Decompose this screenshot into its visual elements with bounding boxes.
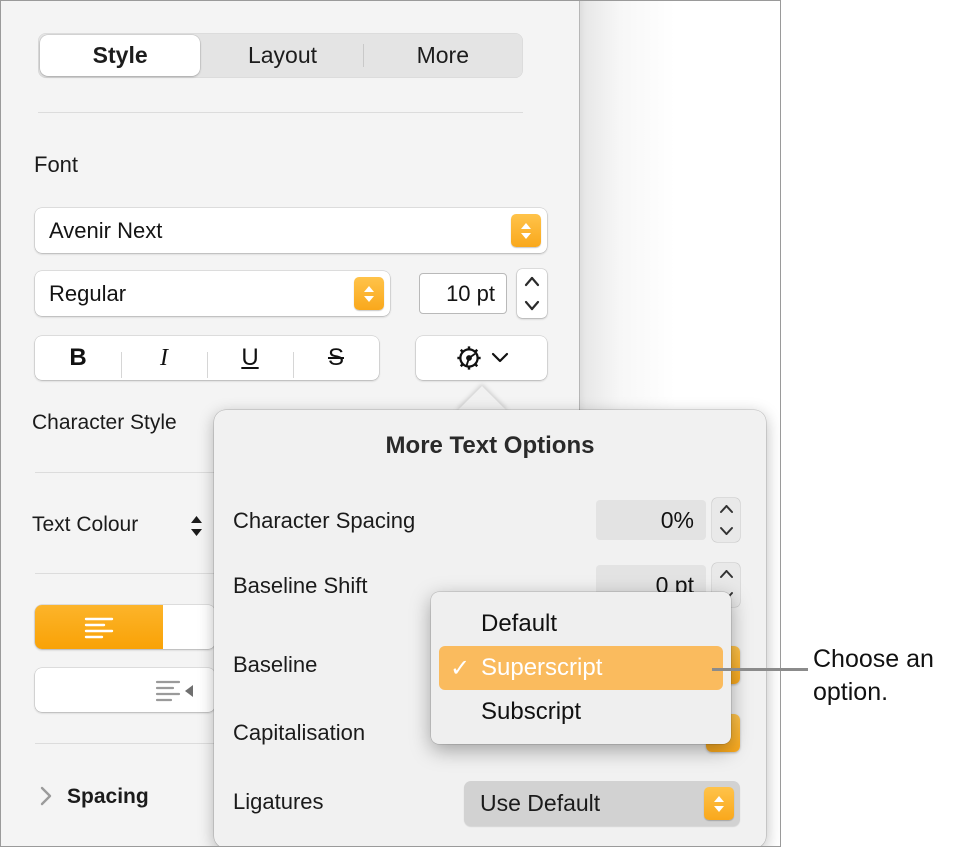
tab-style[interactable]: Style <box>40 35 201 76</box>
character-spacing-value: 0% <box>660 506 694 533</box>
character-style-label: Character Style <box>32 411 177 434</box>
baseline-shift-label: Baseline Shift <box>233 573 368 598</box>
ligatures-popup-button[interactable]: Use Default <box>464 781 740 826</box>
italic-label: I <box>160 345 168 371</box>
strikethrough-button[interactable]: S <box>293 344 379 378</box>
font-family-value: Avenir Next <box>49 217 163 243</box>
stepper-up-icon <box>524 276 540 286</box>
bold-button[interactable]: B <box>35 344 121 372</box>
tab-style-label: Style <box>92 42 148 68</box>
checkmark-icon: ✓ <box>449 654 471 682</box>
character-spacing-stepper[interactable] <box>712 498 740 542</box>
menu-item-superscript-label: Superscript <box>481 654 603 681</box>
spacing-label[interactable]: Spacing <box>67 785 149 809</box>
font-family-popup[interactable]: Avenir Next <box>35 208 547 253</box>
font-weight-value: Regular <box>49 280 127 306</box>
up-down-chevron-icon[interactable] <box>188 513 205 544</box>
tab-layout-label: Layout <box>247 42 318 68</box>
text-style-buttons: B I U S <box>35 336 379 380</box>
chevron-updown-icon <box>511 214 541 247</box>
divider-text-colour <box>35 573 215 574</box>
stepper-up-icon <box>719 570 733 578</box>
text-colour-label: Text Colour <box>32 513 139 536</box>
gear-icon <box>456 346 481 370</box>
chevron-right-icon[interactable] <box>37 784 55 813</box>
callout-text: Choose an option. <box>813 645 934 706</box>
chevron-down-icon <box>490 347 510 370</box>
italic-button[interactable]: I <box>121 344 207 378</box>
screenshot-stage: Style Layout More Font Avenir Next Regul… <box>0 0 961 849</box>
app-window-screenshot: Style Layout More Font Avenir Next Regul… <box>0 0 781 847</box>
underline-label: U <box>241 344 259 371</box>
menu-item-subscript[interactable]: ✓ Subscript <box>439 690 723 734</box>
checkmark-icon: ✓ <box>439 698 481 727</box>
indent-right-button[interactable] <box>135 668 215 712</box>
stepper-down-icon <box>524 301 540 311</box>
font-weight-popup[interactable]: Regular <box>35 271 390 316</box>
align-left-button[interactable] <box>35 605 163 649</box>
popover-title: More Text Options <box>385 432 595 459</box>
capitalisation-label: Capitalisation <box>233 720 366 745</box>
inspector-tabs: Style Layout More <box>38 33 523 78</box>
ligatures-value: Use Default <box>480 790 601 816</box>
character-spacing-field[interactable]: 0% <box>596 500 706 540</box>
tab-more-label: More <box>416 42 470 68</box>
indent-spacer <box>35 668 135 712</box>
indent-buttons <box>35 668 215 712</box>
menu-item-superscript[interactable]: ✓ Superscript <box>439 646 723 690</box>
stepper-up-icon <box>719 505 733 513</box>
bold-label: B <box>69 344 87 371</box>
ligatures-label: Ligatures <box>233 789 324 814</box>
stepper-down-icon <box>719 527 733 535</box>
tab-divider <box>362 44 364 67</box>
font-size-value: 10 pt <box>446 280 495 306</box>
strikethrough-label: S <box>327 344 344 371</box>
tab-more[interactable]: More <box>362 33 523 78</box>
baseline-label: Baseline <box>233 652 318 677</box>
menu-item-subscript-label: Subscript <box>481 698 582 725</box>
divider-top <box>38 112 523 113</box>
menu-item-default-label: Default <box>481 610 558 637</box>
paragraph-alignment-buttons <box>35 605 215 649</box>
popover-arrow <box>456 386 508 412</box>
underline-button[interactable]: U <box>207 344 293 378</box>
divider-character-style <box>35 472 215 473</box>
checkmark-icon: ✓ <box>439 610 481 639</box>
font-size-stepper[interactable] <box>517 269 547 318</box>
chevron-updown-icon <box>704 787 734 820</box>
align-left-icon <box>84 617 114 639</box>
chevron-updown-icon <box>354 277 384 310</box>
font-section-heading: Font <box>34 152 79 177</box>
tab-layout[interactable]: Layout <box>202 33 362 78</box>
menu-item-default[interactable]: ✓ Default <box>439 602 723 646</box>
indent-right-icon <box>155 680 193 702</box>
baseline-dropdown-menu: ✓ Default ✓ Superscript ✓ Subscript <box>431 592 731 744</box>
character-spacing-label: Character Spacing <box>233 508 416 533</box>
more-text-options-button[interactable] <box>416 336 547 380</box>
align-centre-button[interactable] <box>163 605 215 649</box>
font-size-field[interactable]: 10 pt <box>419 273 507 314</box>
callout-leader-line <box>712 668 808 671</box>
divider-spacing <box>35 743 215 744</box>
